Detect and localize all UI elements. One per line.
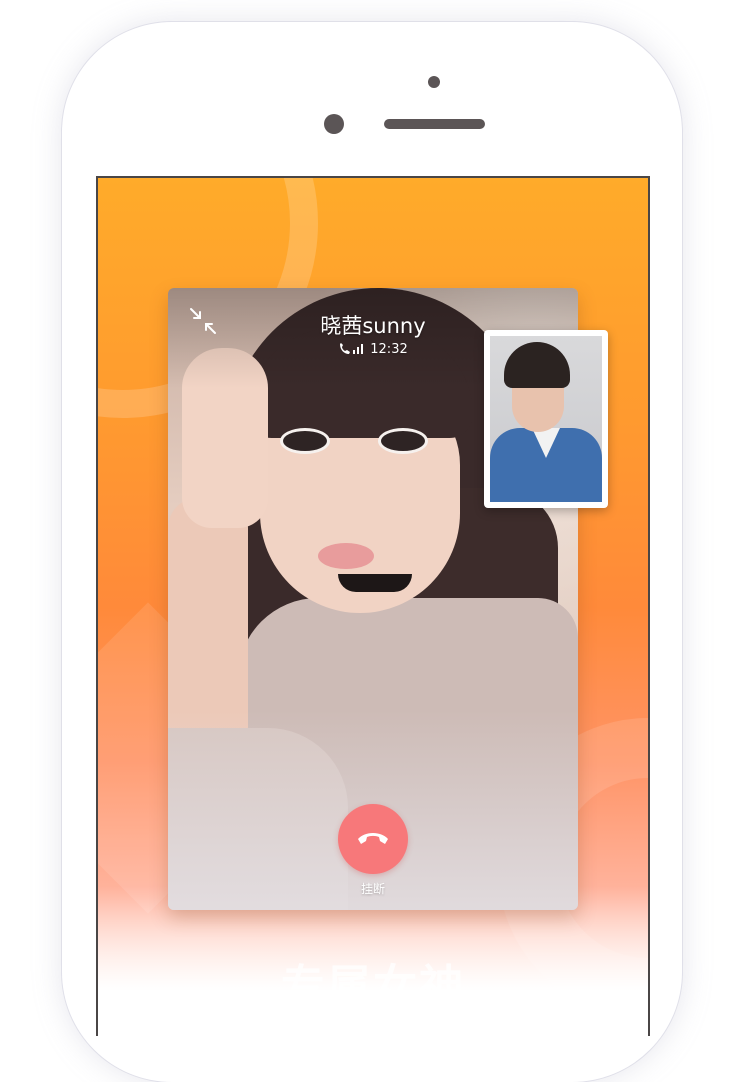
hangup-phone-icon <box>358 833 388 844</box>
front-camera <box>324 114 344 134</box>
front-sensor <box>428 76 440 88</box>
hangup-button[interactable] <box>338 804 408 874</box>
remote-video-lips <box>318 543 374 569</box>
remote-video-choker <box>338 574 412 592</box>
remote-video-eye-right <box>378 428 428 454</box>
promo-slogan: 专属女神 <box>281 961 465 1012</box>
phone-signal-icon <box>340 343 364 354</box>
self-video-feed <box>490 336 602 502</box>
self-video-hair <box>504 342 570 388</box>
self-video-preview[interactable] <box>484 330 608 508</box>
remote-video-eye-left <box>280 428 330 454</box>
hangup-label: 挂断 <box>360 882 385 896</box>
call-duration: 12:32 <box>370 342 408 357</box>
earpiece-speaker <box>384 119 485 129</box>
